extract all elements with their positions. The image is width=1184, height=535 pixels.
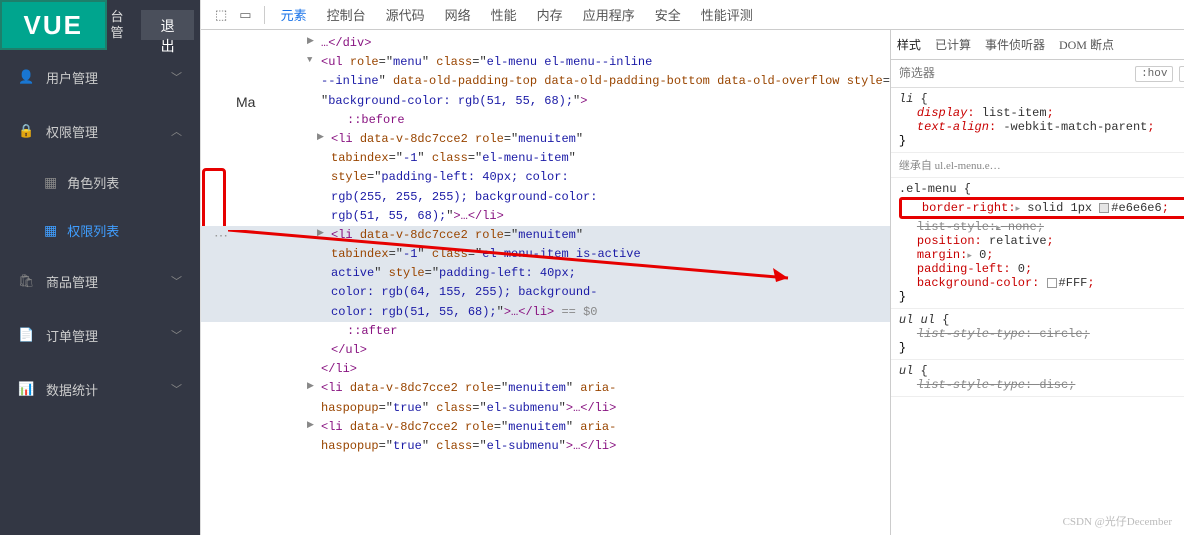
- menu-label: 订单管理: [46, 326, 98, 345]
- tab-memory[interactable]: 内存: [527, 5, 573, 24]
- dom-pseudo[interactable]: ::before: [201, 111, 890, 130]
- gutter-dots: ⋯: [201, 226, 241, 248]
- dom-line[interactable]: ▶<li data-v-8dc7cce2 role="menuitem" ari…: [201, 418, 890, 437]
- cls-button[interactable]: .cls: [1179, 66, 1184, 82]
- dom-line[interactable]: ▶…</div>: [201, 34, 890, 53]
- dom-line[interactable]: haspopup="true" class="el-submenu">…</li…: [201, 399, 890, 418]
- styles-tabs: 样式 已计算 事件侦听器 DOM 断点: [891, 30, 1184, 60]
- inspect-icon[interactable]: ⬚: [209, 7, 233, 23]
- lock-icon: 🔒: [18, 123, 34, 139]
- submenu-label: 角色列表: [67, 173, 119, 192]
- tab-sources[interactable]: 源代码: [376, 5, 435, 24]
- dom-line-selected[interactable]: color: rgb(51, 55, 68);">…</li> == $0: [201, 303, 890, 322]
- bag-icon: 🛍: [18, 273, 34, 289]
- chevron-down-icon: ﹀: [171, 69, 182, 85]
- tab-application[interactable]: 应用程序: [573, 5, 645, 24]
- dom-line[interactable]: </ul>: [201, 341, 890, 360]
- watermark: CSDN @光仔December: [1063, 513, 1172, 529]
- dom-line[interactable]: style="padding-left: 40px; color:: [201, 168, 890, 187]
- dom-line[interactable]: ▼<ul role="menu" class="el-menu el-menu-…: [201, 53, 890, 72]
- annotation-box-2: border-right:▸ solid 1px #e6e6e6;: [899, 197, 1184, 219]
- style-inherit: 继承自 ul.el-menu.e…: [891, 153, 1184, 178]
- styles-tab-listeners[interactable]: 事件侦听器: [985, 36, 1045, 53]
- menu-label: 权限管理: [46, 122, 98, 141]
- styles-tab-computed[interactable]: 已计算: [935, 36, 971, 53]
- header-label-1: 台: [111, 9, 136, 25]
- menu-label: 商品管理: [46, 272, 98, 291]
- devtools-body: ▶…</div> ▼<ul role="menu" class="el-menu…: [201, 30, 1184, 535]
- grid-icon: ▦: [44, 222, 57, 239]
- sidebar-menu: 👤 用户管理 ﹀ 🔒 权限管理 ︿ ▦ 角色列表 ▦ 权限列表 🛍 商品管理 ﹀: [0, 50, 200, 535]
- styles-filter-row: :hov .cls + ⤢: [891, 60, 1184, 88]
- elements-panel[interactable]: ▶…</div> ▼<ul role="menu" class="el-menu…: [201, 30, 891, 535]
- devtools-toolbar: ⬚ ▭ 元素 控制台 源代码 网络 性能 内存 应用程序 安全 性能评测 ⚙ ⋮: [201, 0, 1184, 30]
- chevron-up-icon: ︿: [171, 123, 182, 139]
- menu-item-permissions[interactable]: 🔒 权限管理 ︿: [0, 104, 200, 158]
- styles-filter-input[interactable]: [891, 66, 1135, 81]
- dom-line-selected[interactable]: color: rgb(64, 155, 255); background-: [201, 283, 890, 302]
- menu-label: 数据统计: [46, 380, 98, 399]
- header-labels: 台 管: [107, 0, 136, 50]
- menu-item-orders[interactable]: 📄 订单管理 ﹀: [0, 308, 200, 362]
- styles-filter-buttons: :hov .cls + ⤢: [1135, 64, 1184, 84]
- logout-button[interactable]: 退出: [141, 10, 194, 40]
- hov-button[interactable]: :hov: [1135, 66, 1173, 82]
- logo-text: VUE: [24, 10, 83, 41]
- tab-network[interactable]: 网络: [435, 5, 481, 24]
- dom-line[interactable]: </li>: [201, 360, 890, 379]
- tab-console[interactable]: 控制台: [317, 5, 376, 24]
- styles-tab-styles[interactable]: 样式: [897, 36, 921, 53]
- chevron-down-icon: ﹀: [171, 381, 182, 397]
- dom-line[interactable]: tabindex="-1" class="el-menu-item": [201, 149, 890, 168]
- submenu-roles[interactable]: ▦ 角色列表: [0, 158, 200, 206]
- styles-panel: 样式 已计算 事件侦听器 DOM 断点 :hov .cls + ⤢ 用户代理样式: [891, 30, 1184, 535]
- dom-line[interactable]: rgb(255, 255, 255); background-color:: [201, 188, 890, 207]
- style-rule-li[interactable]: 用户代理样式 li { display: list-item; text-ali…: [891, 88, 1184, 153]
- style-rule-ul[interactable]: 用户代理样式 ul { list-style-type: disc;: [891, 360, 1184, 397]
- user-icon: 👤: [18, 69, 34, 85]
- dom-line-selected[interactable]: active" style="padding-left: 40px;: [201, 264, 890, 283]
- styles-tab-dombreak[interactable]: DOM 断点: [1059, 36, 1114, 53]
- chevron-down-icon: ﹀: [171, 327, 182, 343]
- color-swatch[interactable]: [1047, 278, 1057, 288]
- dom-line[interactable]: "background-color: rgb(51, 55, 68);">: [201, 92, 890, 111]
- doc-icon: 📄: [18, 327, 34, 343]
- color-swatch[interactable]: [1099, 203, 1109, 213]
- device-icon[interactable]: ▭: [233, 7, 257, 23]
- dom-line[interactable]: ▶<li data-v-8dc7cce2 role="menuitem": [201, 130, 890, 149]
- dom-line[interactable]: rgb(51, 55, 68);">…</li>: [201, 207, 890, 226]
- style-rule-ulul[interactable]: 用户代理样式 ul ul { list-style-type: circle; …: [891, 309, 1184, 360]
- grid-icon: ▦: [44, 174, 57, 191]
- sidebar-header: VUE 台 管 退出: [0, 0, 200, 50]
- tab-performance[interactable]: 性能: [481, 5, 527, 24]
- tab-elements[interactable]: 元素: [271, 5, 317, 24]
- submenu-permissions[interactable]: ▦ 权限列表: [0, 206, 200, 254]
- devtools-panel: ⬚ ▭ 元素 控制台 源代码 网络 性能 内存 应用程序 安全 性能评测 ⚙ ⋮…: [201, 0, 1184, 535]
- style-rule-elmenu[interactable]: .el-menu {<sty border-right:▸ solid 1px …: [891, 178, 1184, 309]
- header-label-2: 管: [111, 25, 136, 41]
- dom-line[interactable]: --inline" data-old-padding-top data-old-…: [201, 72, 890, 91]
- chevron-down-icon: ﹀: [171, 273, 182, 289]
- inherit-label: 继承自 ul.el-menu.e…: [899, 160, 1001, 172]
- menu-item-products[interactable]: 🛍 商品管理 ﹀: [0, 254, 200, 308]
- tab-lighthouse[interactable]: 性能评测: [691, 5, 763, 24]
- tab-security[interactable]: 安全: [645, 5, 691, 24]
- dom-pseudo[interactable]: ::after: [201, 322, 890, 341]
- menu-item-stats[interactable]: 📊 数据统计 ﹀: [0, 362, 200, 416]
- menu-item-users[interactable]: 👤 用户管理 ﹀: [0, 50, 200, 104]
- dom-line-selected[interactable]: ⋯▶<li data-v-8dc7cce2 role="menuitem": [201, 226, 890, 245]
- dom-line[interactable]: haspopup="true" class="el-submenu">…</li…: [201, 437, 890, 456]
- app-sidebar: VUE 台 管 退出 👤 用户管理 ﹀ 🔒 权限管理 ︿ ▦ 角色列表: [0, 0, 200, 535]
- logo: VUE: [0, 0, 107, 50]
- chart-icon: 📊: [18, 381, 34, 397]
- dom-line[interactable]: ▶<li data-v-8dc7cce2 role="menuitem" ari…: [201, 379, 890, 398]
- separator: [264, 6, 265, 24]
- dom-line-selected[interactable]: tabindex="-1" class="el-menu-item is-act…: [201, 245, 890, 264]
- submenu-label: 权限列表: [67, 221, 119, 240]
- menu-label: 用户管理: [46, 68, 98, 87]
